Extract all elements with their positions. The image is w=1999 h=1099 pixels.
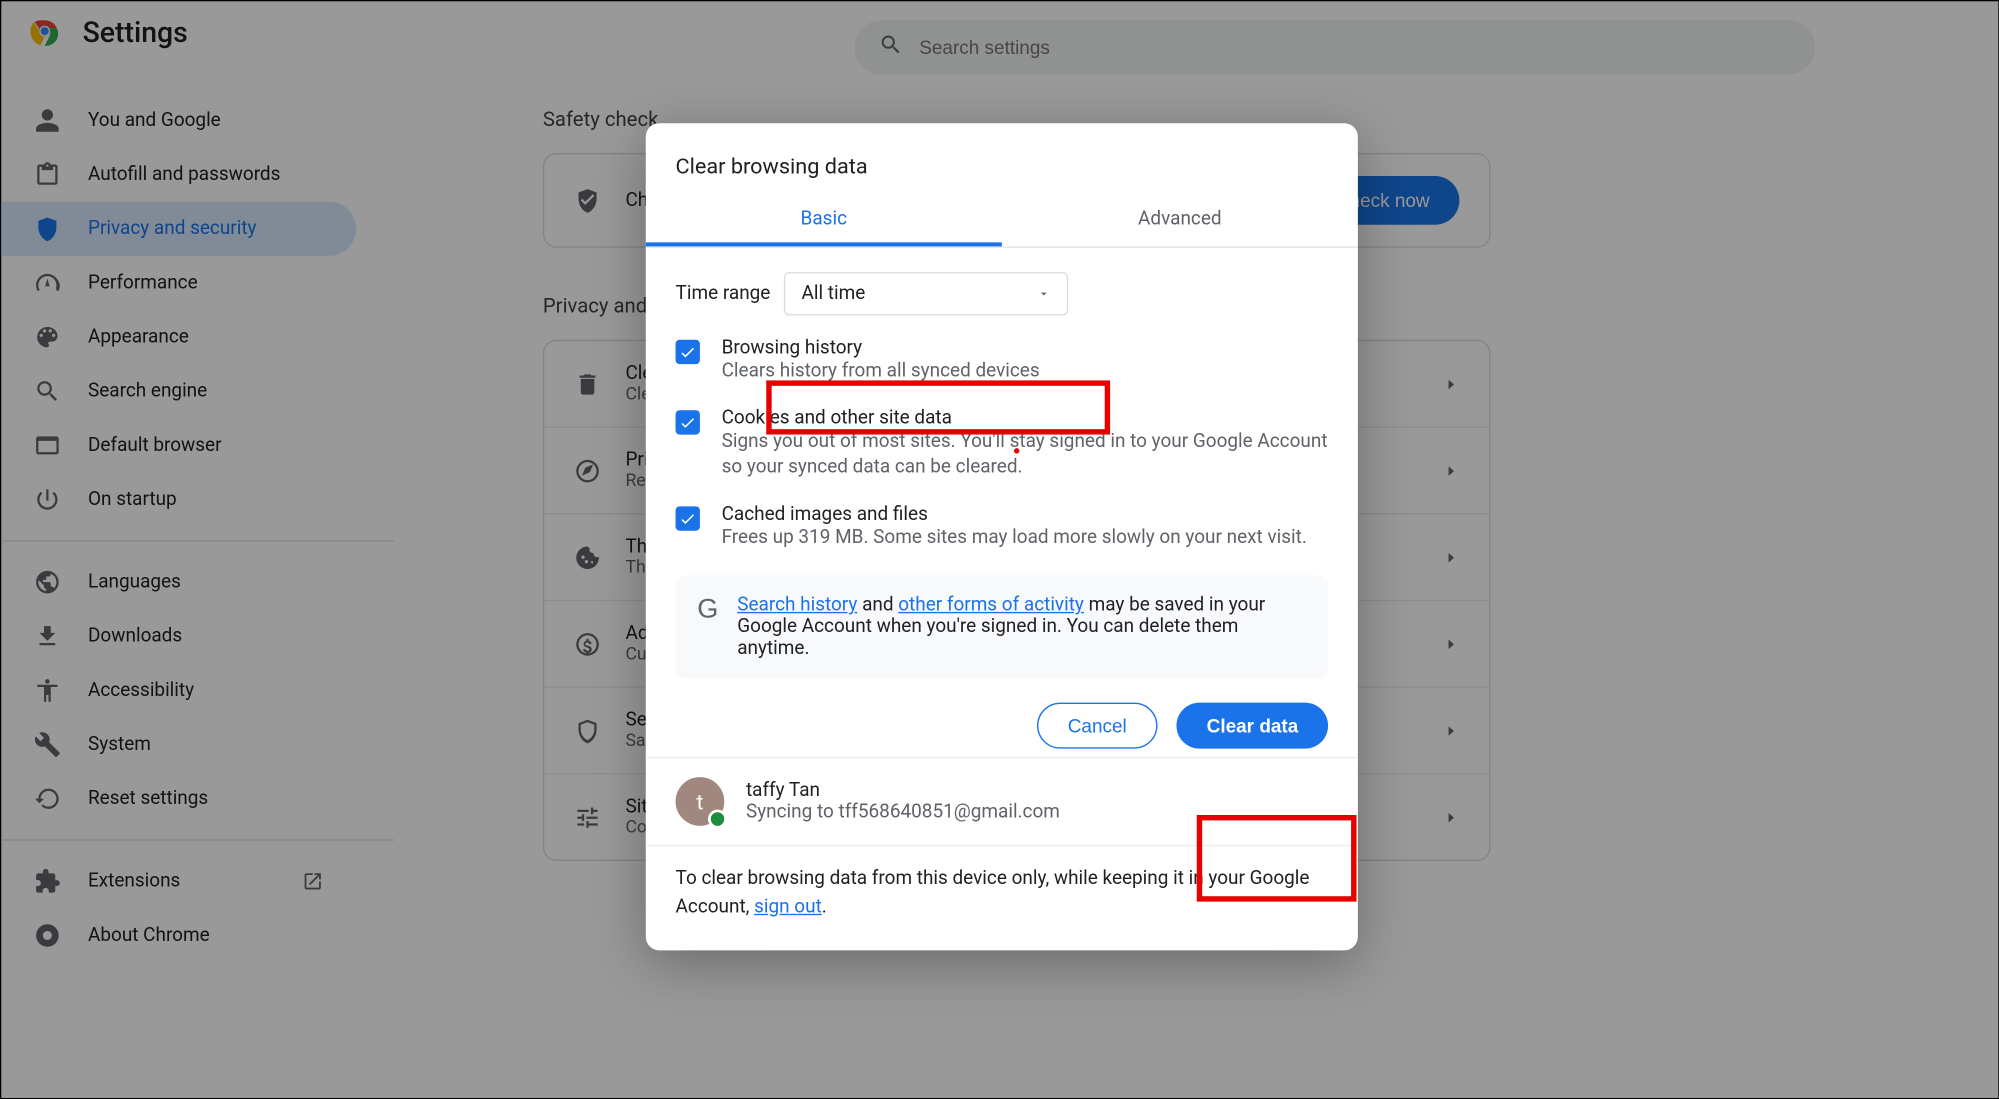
clear-browsing-data-dialog: Clear browsing data Basic Advanced Time … (646, 123, 1358, 950)
search-history-link[interactable]: Search history (737, 595, 857, 617)
avatar-initial: t (696, 789, 703, 815)
google-g-icon: G (697, 595, 718, 660)
checkbox-browsing-history[interactable] (676, 340, 700, 364)
tab-advanced[interactable]: Advanced (1002, 192, 1358, 246)
google-account-info: G Search history and other forms of acti… (676, 576, 1329, 679)
annotation-dot (1014, 448, 1019, 453)
option-title: Browsing history (722, 337, 1040, 359)
caret-down-icon (1037, 287, 1051, 301)
option-desc: Signs you out of most sites. You'll stay… (722, 429, 1329, 482)
option-cookies[interactable]: Cookies and other site data Signs you ou… (646, 396, 1358, 492)
dialog-tabs: Basic Advanced (646, 192, 1358, 248)
info-text-mid: and (857, 595, 898, 617)
option-cache[interactable]: Cached images and files Frees up 319 MB.… (646, 492, 1358, 562)
clear-data-button[interactable]: Clear data (1177, 703, 1328, 749)
profile-sync-text: Syncing to tff568640851@gmail.com (746, 802, 1060, 824)
time-range-select[interactable]: All time (784, 272, 1068, 315)
checkbox-cache[interactable] (676, 506, 700, 530)
avatar: t (676, 778, 725, 827)
other-forms-link[interactable]: other forms of activity (898, 595, 1084, 617)
sync-badge-icon (708, 810, 727, 829)
option-browsing-history[interactable]: Browsing history Clears history from all… (646, 326, 1358, 396)
option-desc: Frees up 319 MB. Some sites may load mor… (722, 525, 1307, 552)
dialog-title: Clear browsing data (646, 123, 1358, 192)
profile-name: taffy Tan (746, 780, 1060, 802)
modal-overlay[interactable]: Clear browsing data Basic Advanced Time … (1, 1, 1998, 1098)
sign-out-link[interactable]: sign out (754, 896, 822, 918)
option-title: Cookies and other site data (722, 407, 1329, 429)
cancel-button[interactable]: Cancel (1037, 703, 1158, 749)
option-desc: Clears history from all synced devices (722, 359, 1040, 386)
time-range-label: Time range (676, 283, 771, 305)
tab-basic[interactable]: Basic (646, 192, 1002, 246)
profile-row: t taffy Tan Syncing to tff568640851@gmai… (646, 757, 1358, 846)
time-range-value: All time (802, 283, 866, 305)
checkbox-cookies[interactable] (676, 410, 700, 434)
footer-note: To clear browsing data from this device … (646, 847, 1358, 932)
option-title: Cached images and files (722, 503, 1307, 525)
